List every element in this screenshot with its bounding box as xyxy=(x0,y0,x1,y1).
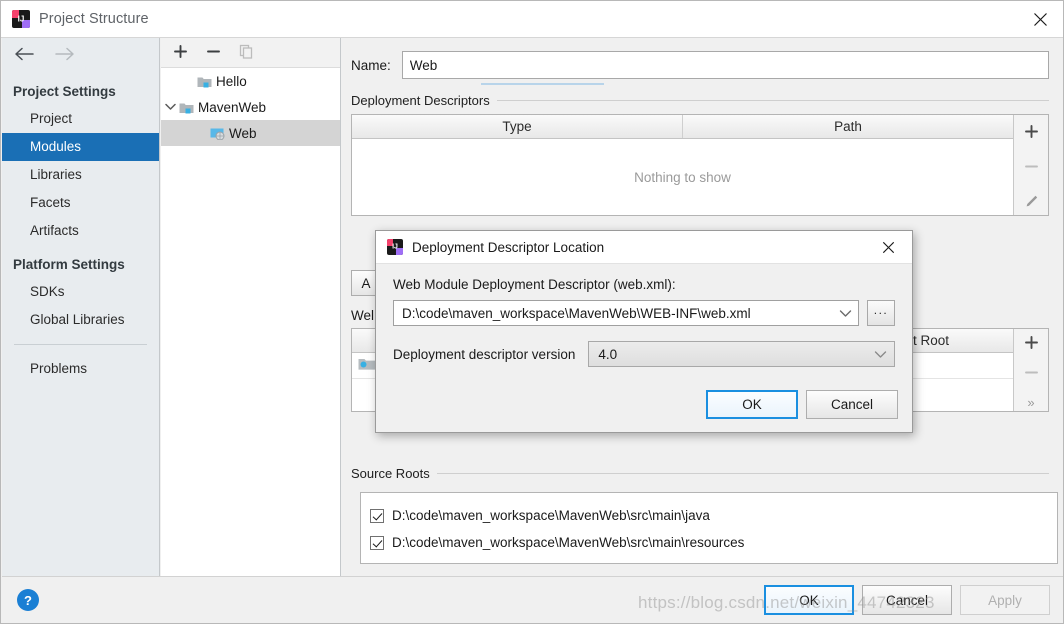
settings-sidebar: Project Settings Project Modules Librari… xyxy=(2,38,160,576)
descriptor-path-combobox[interactable]: D:\code\maven_workspace\MavenWeb\WEB-INF… xyxy=(393,300,859,326)
descriptor-version-row: Deployment descriptor version 4.0 xyxy=(393,341,895,367)
version-value: 4.0 xyxy=(598,346,618,362)
sidebar-item-global-libraries[interactable]: Global Libraries xyxy=(2,306,159,334)
descriptor-path-row: D:\code\maven_workspace\MavenWeb\WEB-INF… xyxy=(393,300,895,326)
source-root-item[interactable]: D:\code\maven_workspace\MavenWeb\src\mai… xyxy=(370,502,1057,529)
module-folder-icon xyxy=(197,75,212,88)
column-header-type[interactable]: Type xyxy=(352,115,682,138)
project-structure-window: IJ Project Structure Project Settings Pr… xyxy=(0,0,1064,624)
version-label: Deployment descriptor version xyxy=(393,346,576,362)
descriptor-path-value: D:\code\maven_workspace\MavenWeb\WEB-INF… xyxy=(402,305,751,321)
version-combobox[interactable]: 4.0 xyxy=(588,341,895,367)
minus-icon xyxy=(1019,155,1043,177)
web-resource-side-toolbar: » xyxy=(1013,329,1048,411)
tree-node-hello[interactable]: Hello xyxy=(161,68,340,94)
tree-node-label: MavenWeb xyxy=(198,99,267,115)
dialog-title-bar: IJ Deployment Descriptor Location xyxy=(376,231,912,264)
folder-icon xyxy=(358,357,376,374)
source-roots-header: Source Roots xyxy=(342,466,1063,481)
question-mark-icon[interactable]: ? xyxy=(17,589,39,611)
minus-icon[interactable] xyxy=(206,44,221,62)
web-resource-directories-title-partial: Wel xyxy=(351,308,375,323)
browse-button[interactable]: ... xyxy=(867,300,895,326)
dialog-action-buttons: OK Cancel xyxy=(706,390,898,419)
chevron-down-icon[interactable] xyxy=(839,306,852,321)
ok-button[interactable]: OK xyxy=(764,585,854,615)
sidebar-item-sdks[interactable]: SDKs xyxy=(2,278,159,306)
tree-node-label: Hello xyxy=(216,73,247,89)
modal-ok-button[interactable]: OK xyxy=(706,390,798,419)
sidebar-item-facets[interactable]: Facets xyxy=(2,189,159,217)
chevron-down-icon[interactable] xyxy=(161,103,179,111)
intellij-logo-icon: IJ xyxy=(387,239,403,255)
dialog-actions: OK Cancel Apply xyxy=(764,585,1050,615)
deployment-descriptors-header: Deployment Descriptors xyxy=(342,93,1063,108)
table-header-row: Type Path xyxy=(352,115,1013,139)
checkbox[interactable] xyxy=(370,535,384,550)
table-empty-message: Nothing to show xyxy=(352,139,1013,215)
module-tree-pane: Hello MavenWeb Web xyxy=(161,38,341,576)
section-title: Deployment Descriptors xyxy=(351,93,490,108)
source-roots-list: D:\code\maven_workspace\MavenWeb\src\mai… xyxy=(360,492,1058,564)
sidebar-item-artifacts[interactable]: Artifacts xyxy=(2,217,159,245)
dialog-title: Deployment Descriptor Location xyxy=(412,239,605,255)
sidebar-divider xyxy=(14,344,147,345)
sidebar-item-project[interactable]: Project xyxy=(2,105,159,133)
sidebar-item-problems[interactable]: Problems xyxy=(2,355,159,383)
back-arrow-icon[interactable] xyxy=(14,47,35,64)
cancel-button[interactable]: Cancel xyxy=(862,585,952,615)
plus-icon[interactable] xyxy=(173,44,188,62)
window-title: Project Structure xyxy=(39,11,149,27)
module-name-input[interactable] xyxy=(401,51,1049,79)
module-folder-icon xyxy=(179,101,194,114)
source-root-path: D:\code\maven_workspace\MavenWeb\src\mai… xyxy=(392,508,710,523)
tree-node-web[interactable]: Web xyxy=(161,120,340,146)
sidebar-item-libraries[interactable]: Libraries xyxy=(2,161,159,189)
column-header-path[interactable]: Path xyxy=(682,115,1013,138)
intellij-logo-icon: IJ xyxy=(12,10,30,28)
dialog-button-bar: ? OK Cancel Apply xyxy=(2,576,1063,623)
window-title-bar: IJ Project Structure xyxy=(1,1,1063,38)
add-button-label: A xyxy=(361,275,371,291)
descriptor-field-label: Web Module Deployment Descriptor (web.xm… xyxy=(393,277,676,292)
close-icon[interactable] xyxy=(870,231,906,263)
tree-node-label: Web xyxy=(229,125,257,141)
checkbox[interactable] xyxy=(370,508,384,523)
module-name-label: Name: xyxy=(351,57,391,73)
section-rule xyxy=(496,100,1049,101)
modal-cancel-button[interactable]: Cancel xyxy=(806,390,898,419)
forward-arrow-icon xyxy=(54,47,75,64)
sidebar-item-modules[interactable]: Modules xyxy=(2,133,159,161)
minus-icon xyxy=(1019,364,1043,381)
sidebar-group-project-settings: Project Settings xyxy=(13,84,116,99)
pencil-icon[interactable] xyxy=(1019,190,1043,212)
plus-icon[interactable] xyxy=(1019,334,1043,351)
sidebar-group-platform-settings: Platform Settings xyxy=(13,257,125,272)
source-root-path: D:\code\maven_workspace\MavenWeb\src\mai… xyxy=(392,535,745,550)
deployment-descriptors-table: Type Path Nothing to show xyxy=(351,114,1049,216)
sidebar-nav-arrows xyxy=(2,38,159,72)
deployment-descriptors-side-toolbar xyxy=(1013,115,1048,215)
source-root-item[interactable]: D:\code\maven_workspace\MavenWeb\src\mai… xyxy=(370,529,1057,556)
section-rule xyxy=(436,473,1049,474)
chevrons-right-icon[interactable]: » xyxy=(1019,394,1043,411)
copy-icon xyxy=(239,44,254,62)
web-facet-icon xyxy=(210,127,225,140)
deployment-descriptor-location-dialog: IJ Deployment Descriptor Location Web Mo… xyxy=(375,230,913,433)
name-field-underline-accent xyxy=(481,83,604,85)
close-icon[interactable] xyxy=(1017,1,1063,37)
module-name-row: Name: xyxy=(342,38,1063,79)
chevron-down-icon[interactable] xyxy=(874,347,887,362)
apply-button: Apply xyxy=(960,585,1050,615)
section-title: Source Roots xyxy=(351,466,430,481)
module-tree-toolbar xyxy=(161,38,340,68)
plus-icon[interactable] xyxy=(1019,120,1043,142)
tree-node-mavenweb[interactable]: MavenWeb xyxy=(161,94,340,120)
dialog-body: Web Module Deployment Descriptor (web.xm… xyxy=(376,264,912,367)
